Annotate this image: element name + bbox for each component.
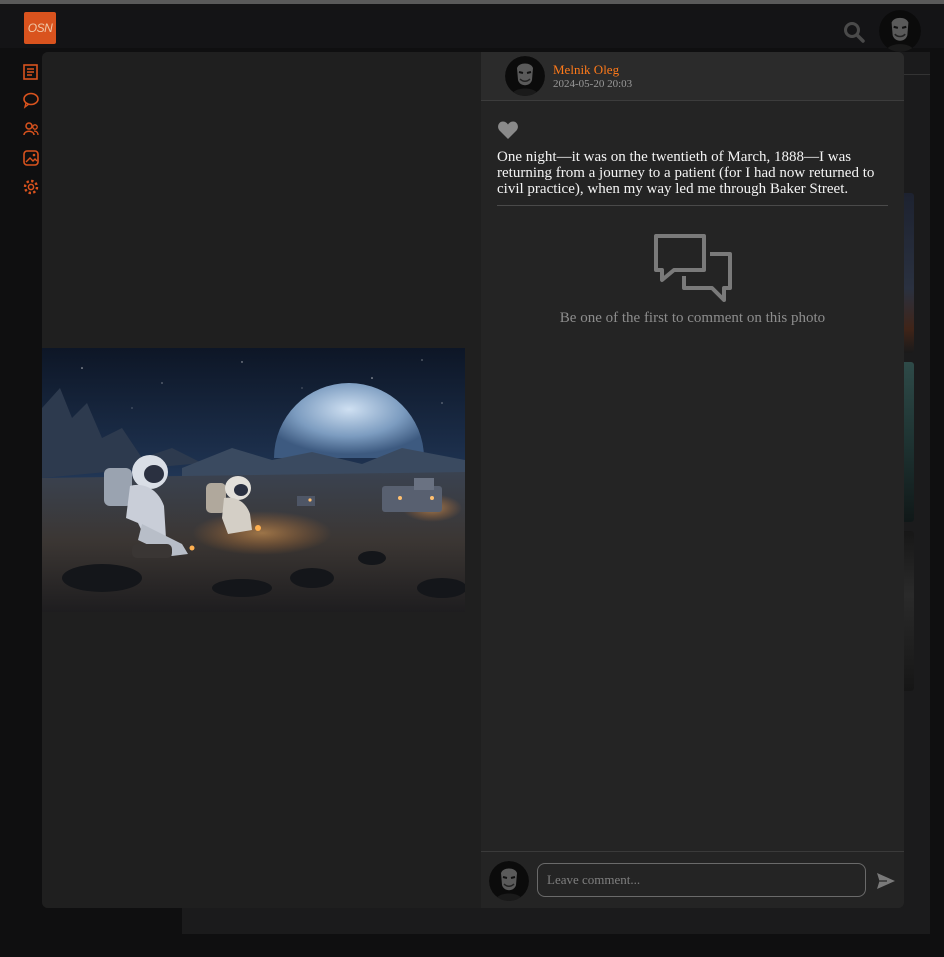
news-icon[interactable] — [22, 63, 40, 81]
comment-bar — [481, 851, 904, 908]
messages-icon[interactable] — [22, 91, 40, 109]
send-icon[interactable] — [876, 871, 896, 891]
post-header: Melnik Oleg 2024-05-20 20:03 — [481, 52, 904, 101]
search-icon[interactable] — [842, 20, 866, 44]
current-user-avatar — [489, 861, 529, 901]
app-logo[interactable]: OSN — [24, 12, 56, 44]
post-caption: One night—it was on the twentieth of Mar… — [497, 149, 875, 197]
author-name[interactable]: Melnik Oleg — [553, 62, 619, 78]
caption-divider — [497, 205, 888, 206]
like-heart-icon[interactable] — [497, 120, 519, 140]
friends-icon[interactable] — [22, 120, 40, 138]
photos-icon[interactable] — [22, 149, 40, 167]
background-thumbnail — [904, 193, 914, 353]
author-avatar[interactable] — [505, 56, 545, 96]
user-avatar[interactable] — [879, 10, 921, 52]
post-photo[interactable] — [42, 348, 465, 612]
post-details-pane: Melnik Oleg 2024-05-20 20:03 One night—i… — [481, 52, 904, 908]
comment-input[interactable] — [537, 863, 866, 897]
background-thumbnail — [904, 531, 914, 691]
post-date: 2024-05-20 20:03 — [553, 78, 633, 90]
settings-icon[interactable] — [22, 178, 40, 196]
comments-empty-icon — [652, 232, 734, 308]
comments-empty-text: Be one of the first to comment on this p… — [559, 310, 826, 326]
background-divider — [904, 74, 930, 75]
photo-pane — [42, 52, 481, 908]
photo-viewer-modal: Melnik Oleg 2024-05-20 20:03 One night—i… — [42, 52, 904, 908]
background-thumbnail — [904, 362, 914, 522]
top-bar: OSN — [0, 4, 944, 52]
